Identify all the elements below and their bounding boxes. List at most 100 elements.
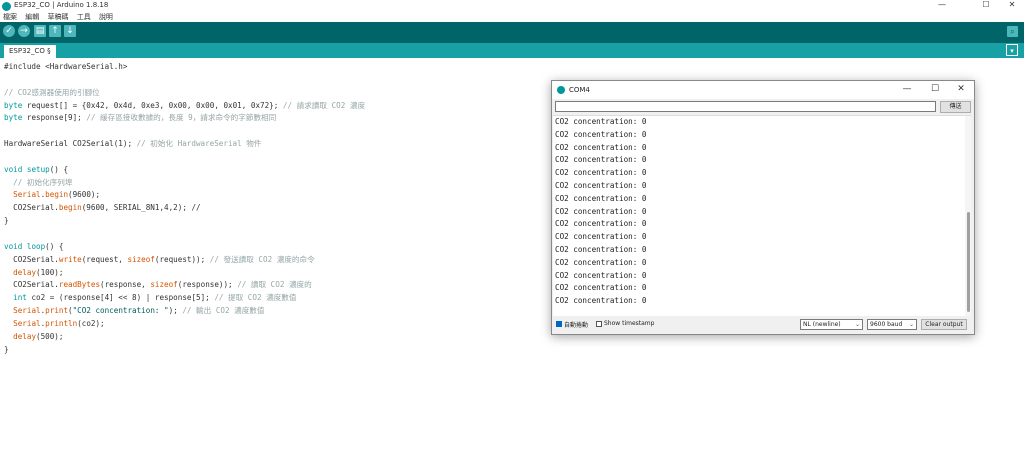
serial-output-line: CO2 concentration: 0	[555, 244, 647, 254]
code-token: // 初始化序列埠	[4, 177, 73, 187]
code-line: // 初始化序列埠	[4, 177, 365, 190]
code-token: CO2Serial.	[4, 203, 59, 213]
serial-output-line: CO2 concentration: 0	[555, 270, 647, 280]
code-token: int	[13, 293, 27, 303]
code-token: sizeof	[150, 280, 178, 290]
serial-monitor-window: COM4 — ☐ ✕ 傳送 CO2 concentration: 0 CO2 co…	[551, 80, 975, 335]
code-line: Serial.println(co2);	[4, 318, 365, 331]
chevron-down-icon: ⌄	[854, 321, 860, 328]
code-token: void	[4, 241, 23, 251]
serial-output-line: CO2 concentration: 0	[555, 117, 647, 126]
menu-file[interactable]: 檔案	[3, 12, 17, 22]
code-token: byte	[4, 100, 23, 110]
maximize-button[interactable]: ☐	[974, 0, 998, 9]
code-text: #include <HardwareSerial.h> // CO2感測器使用的引…	[4, 61, 365, 356]
monitor-close-button[interactable]: ✕	[951, 84, 971, 94]
code-token: (co2);	[77, 318, 105, 328]
toolbar: ✓ → ▤ ↑ ↓ ⌕	[0, 22, 1024, 43]
serial-output-line: CO2 concentration: 0	[555, 129, 647, 139]
code-line: void setup() {	[4, 164, 365, 177]
serial-output-line: CO2 concentration: 0	[555, 155, 647, 165]
code-token: // 發送讀取 CO2 濃度的命令	[209, 254, 315, 264]
code-token: () {	[49, 164, 69, 174]
menu-tools[interactable]: 工具	[77, 12, 91, 22]
code-line: Serial.print("CO2 concentration: "); // …	[4, 305, 365, 318]
code-token: loop	[26, 241, 46, 251]
tab-esp32-co[interactable]: ESP32_CO §	[4, 45, 56, 58]
serial-output-line: CO2 concentration: 0	[555, 206, 647, 216]
show-timestamp-label: Show timestamp	[604, 320, 655, 327]
code-token: byte	[4, 113, 23, 123]
code-token: // 讀取 CO2 濃度的	[237, 280, 312, 290]
close-button[interactable]: ✕	[1000, 0, 1024, 9]
code-line: byte request[] = {0x42, 0x4d, 0xe3, 0x00…	[4, 100, 365, 113]
code-token: request[] = {0x42, 0x4d, 0xe3, 0x00, 0x0…	[22, 100, 283, 110]
code-line: CO2Serial.readBytes(response, sizeof(res…	[4, 279, 365, 292]
new-sketch-button[interactable]: ▤	[34, 25, 46, 37]
baud-rate-select[interactable]: 9600 baud ⌄	[867, 319, 917, 330]
line-ending-select[interactable]: NL (newline) ⌄	[800, 319, 863, 330]
code-line: delay(100);	[4, 267, 365, 280]
code-token: (500);	[36, 331, 64, 341]
menu-sketch[interactable]: 草稿碼	[47, 12, 68, 22]
code-token: void	[4, 164, 23, 174]
code-line: #include <HardwareSerial.h>	[4, 61, 365, 74]
open-sketch-button[interactable]: ↑	[49, 25, 61, 37]
code-token: println	[45, 318, 78, 328]
serial-output-line: CO2 concentration: 0	[555, 296, 647, 306]
code-token: print	[45, 306, 69, 316]
code-token: () {	[45, 241, 64, 251]
save-sketch-button[interactable]: ↓	[64, 25, 76, 37]
code-token: HardwareSerial CO2Serial(1);	[4, 139, 137, 149]
arduino-logo-icon	[557, 86, 565, 94]
verify-button[interactable]: ✓	[3, 25, 15, 37]
serial-monitor-button[interactable]: ⌕	[1007, 26, 1018, 37]
code-token: Serial	[13, 306, 41, 316]
title-bar: ESP32_CO | Arduino 1.8.18 — ☐ ✕	[0, 0, 1024, 12]
serial-output-line: CO2 concentration: 0	[555, 168, 647, 178]
code-token: delay	[13, 331, 37, 341]
code-token: readBytes	[58, 280, 101, 290]
code-line: delay(500);	[4, 331, 365, 344]
code-line: int co2 = (response[4] << 8) | response[…	[4, 292, 365, 305]
code-line: }	[4, 215, 365, 228]
serial-output-line: CO2 concentration: 0	[555, 232, 647, 242]
code-token: begin	[58, 203, 82, 213]
code-line: Serial.begin(9600);	[4, 189, 365, 202]
code-token: "CO2 concentration: "	[72, 306, 169, 316]
serial-output-line: CO2 concentration: 0	[555, 193, 647, 203]
code-token: write	[58, 254, 82, 264]
code-token: (response));	[177, 280, 238, 290]
serial-send-input[interactable]	[555, 101, 936, 112]
window-title: ESP32_CO | Arduino 1.8.18	[14, 1, 109, 9]
upload-button[interactable]: →	[18, 25, 30, 37]
code-token: #include <HardwareSerial.h>	[4, 62, 128, 71]
show-timestamp-checkbox[interactable]	[596, 321, 602, 327]
menu-help[interactable]: 說明	[99, 12, 113, 22]
arduino-logo-icon	[2, 2, 11, 11]
minimize-button[interactable]: —	[930, 0, 954, 9]
clear-output-button[interactable]: Clear output	[921, 319, 967, 330]
tab-menu-button[interactable]: ▾	[1006, 44, 1018, 56]
code-token: sizeof	[127, 254, 155, 264]
autoscroll-checkbox[interactable]	[556, 321, 562, 327]
send-button[interactable]: 傳送	[940, 101, 971, 113]
serial-output-text: CO2 concentration: 0 CO2 concentration: 0…	[555, 116, 646, 308]
code-token: // 緩存區接收數據的，長度 9，請求命令的字節數相同	[86, 113, 277, 123]
monitor-minimize-button[interactable]: —	[897, 84, 917, 94]
code-token: CO2Serial.	[4, 280, 59, 290]
menu-edit[interactable]: 編輯	[25, 12, 39, 22]
code-token: (100);	[36, 267, 64, 277]
serial-monitor-footer: 自動捲動 Show timestamp NL (newline) ⌄ 9600 …	[552, 317, 974, 333]
serial-output-line: CO2 concentration: 0	[555, 180, 647, 190]
output-scrollbar[interactable]	[965, 116, 971, 316]
serial-output[interactable]: CO2 concentration: 0 CO2 concentration: 0…	[553, 115, 971, 316]
monitor-maximize-button[interactable]: ☐	[925, 84, 945, 94]
output-scrollbar-thumb[interactable]	[967, 212, 970, 312]
baud-rate-value: 9600 baud	[870, 321, 903, 328]
